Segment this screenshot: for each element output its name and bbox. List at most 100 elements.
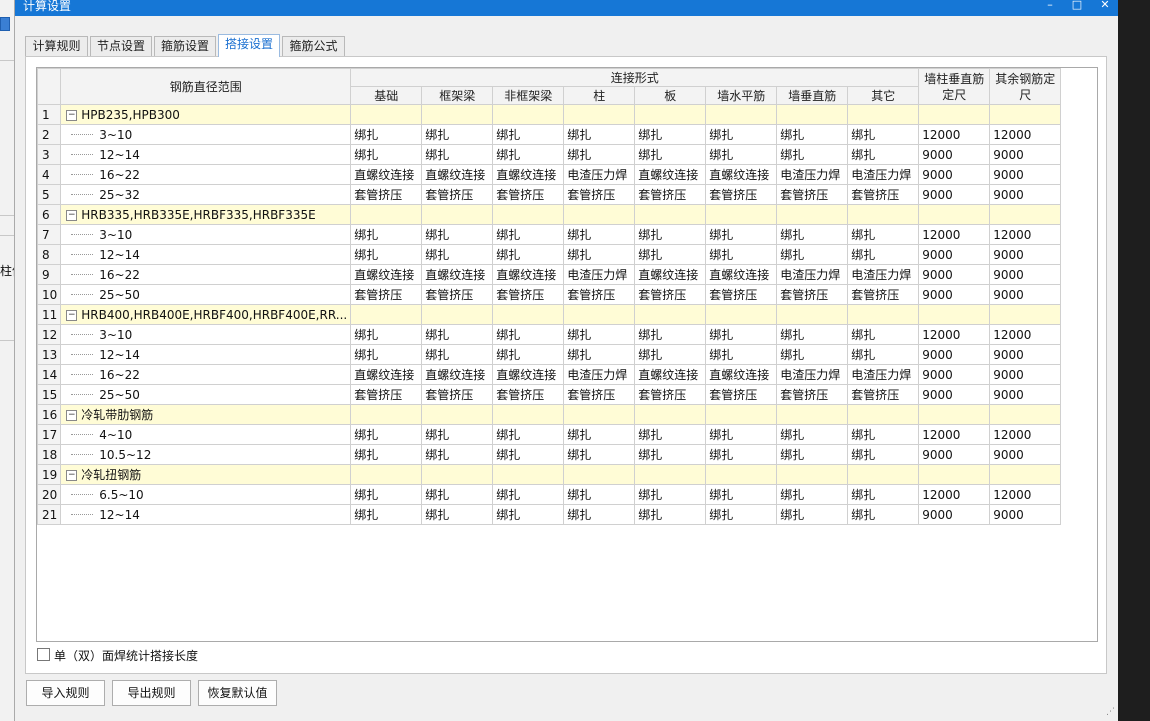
other-length-cell[interactable]: 9000 [989,344,1062,365]
connection-cell[interactable]: 绑扎 [634,224,707,245]
connection-cell[interactable]: 套管挤压 [563,284,636,305]
connection-cell[interactable] [705,464,778,485]
connection-cell[interactable] [350,464,423,485]
connection-cell[interactable]: 电渣压力焊 [563,364,636,385]
connection-cell[interactable]: 套管挤压 [563,184,636,205]
close-icon[interactable]: ✕ [1098,0,1112,12]
range-cell[interactable]: 25~32 [60,184,352,205]
collapse-icon[interactable]: − [66,410,78,421]
connection-cell[interactable]: 绑扎 [634,144,707,165]
group-label-cell[interactable]: − HRB400,HRB400E,HRBF400,HRBF400E,RR... [60,304,352,325]
connection-cell[interactable]: 绑扎 [634,124,707,145]
connection-cell[interactable]: 绑扎 [705,224,778,245]
connection-cell[interactable] [776,304,849,325]
connection-cell[interactable] [847,464,920,485]
other-length-cell[interactable]: 9000 [989,504,1062,525]
connection-cell[interactable]: 套管挤压 [492,184,565,205]
connection-cell[interactable]: 直螺纹连接 [492,264,565,285]
connection-cell[interactable] [634,464,707,485]
table-row[interactable]: 7 3~10 绑扎 绑扎 绑扎 绑扎 绑扎 绑扎 绑扎 绑扎 12000 12000 [37,224,1062,245]
connection-cell[interactable]: 直螺纹连接 [634,164,707,185]
connection-cell[interactable]: 绑扎 [847,484,920,505]
table-row[interactable]: 12 3~10 绑扎 绑扎 绑扎 绑扎 绑扎 绑扎 绑扎 绑扎 12000 12000 [37,324,1062,345]
connection-cell[interactable]: 绑扎 [350,144,423,165]
connection-cell[interactable]: 绑扎 [847,324,920,345]
connection-cell[interactable] [563,304,636,325]
other-length-cell[interactable]: 9000 [989,244,1062,265]
connection-cell[interactable] [847,204,920,225]
connection-cell[interactable]: 绑扎 [421,124,494,145]
connection-cell[interactable]: 绑扎 [563,344,636,365]
connection-cell[interactable] [350,104,423,125]
connection-cell[interactable]: 直螺纹连接 [350,264,423,285]
table-row[interactable]: 20 6.5~10 绑扎 绑扎 绑扎 绑扎 绑扎 绑扎 绑扎 绑扎 12000 12000 [37,484,1062,505]
connection-cell[interactable] [705,304,778,325]
connection-cell[interactable]: 绑扎 [350,344,423,365]
connection-cell[interactable]: 绑扎 [492,344,565,365]
connection-cell[interactable]: 绑扎 [634,324,707,345]
range-cell[interactable]: 12~14 [60,344,352,365]
wall-col-length-cell[interactable]: 12000 [918,484,991,505]
connection-cell[interactable]: 绑扎 [421,324,494,345]
connection-cell[interactable]: 绑扎 [634,444,707,465]
connection-cell[interactable]: 绑扎 [563,444,636,465]
connection-cell[interactable]: 绑扎 [563,144,636,165]
connection-cell[interactable]: 绑扎 [847,244,920,265]
other-length-cell[interactable]: 9000 [989,364,1062,385]
connection-cell[interactable]: 直螺纹连接 [350,164,423,185]
range-cell[interactable]: 16~22 [60,364,352,385]
connection-cell[interactable]: 套管挤压 [350,284,423,305]
wall-col-length-cell[interactable]: 9000 [918,144,991,165]
connection-cell[interactable]: 电渣压力焊 [776,364,849,385]
range-cell[interactable]: 25~50 [60,284,352,305]
connection-cell[interactable] [634,204,707,225]
connection-cell[interactable]: 直螺纹连接 [634,264,707,285]
connection-cell[interactable]: 绑扎 [776,444,849,465]
connection-cell[interactable]: 绑扎 [421,444,494,465]
connection-cell[interactable] [421,104,494,125]
group-row[interactable]: 19− 冷轧扭钢筋 [37,464,1062,485]
connection-cell[interactable] [776,404,849,425]
wall-col-length-cell[interactable]: 9000 [918,284,991,305]
table-row[interactable]: 8 12~14 绑扎 绑扎 绑扎 绑扎 绑扎 绑扎 绑扎 绑扎 9000 9000 [37,244,1062,265]
connection-cell[interactable]: 绑扎 [847,424,920,445]
range-cell[interactable]: 4~10 [60,424,352,445]
connection-cell[interactable]: 绑扎 [634,344,707,365]
connection-cell[interactable]: 绑扎 [776,504,849,525]
wall-col-length-cell[interactable]: 12000 [918,424,991,445]
resize-grip-icon[interactable]: ⋰ [1106,707,1116,717]
wall-col-length-cell[interactable] [918,204,991,225]
other-length-cell[interactable] [989,404,1062,425]
collapse-icon[interactable]: − [66,309,78,321]
connection-cell[interactable]: 绑扎 [492,444,565,465]
connection-cell[interactable]: 绑扎 [492,144,565,165]
wall-col-length-cell[interactable] [918,304,991,325]
connection-cell[interactable]: 直螺纹连接 [421,164,494,185]
wall-col-length-cell[interactable]: 9000 [918,164,991,185]
connection-cell[interactable]: 绑扎 [776,324,849,345]
other-length-cell[interactable]: 9000 [989,264,1062,285]
connection-cell[interactable]: 绑扎 [563,224,636,245]
table-row[interactable]: 14 16~22 直螺纹连接 直螺纹连接 直螺纹连接 电渣压力焊 直螺纹连接 直螺纹连接 电渣压… [37,364,1062,385]
range-cell[interactable]: 3~10 [60,124,352,145]
other-length-cell[interactable] [989,304,1062,325]
other-length-cell[interactable]: 9000 [989,144,1062,165]
connection-cell[interactable]: 电渣压力焊 [776,164,849,185]
connection-cell[interactable]: 绑扎 [847,224,920,245]
other-length-cell[interactable]: 9000 [989,164,1062,185]
connection-cell[interactable]: 绑扎 [776,484,849,505]
table-row[interactable]: 17 4~10 绑扎 绑扎 绑扎 绑扎 绑扎 绑扎 绑扎 绑扎 12000 12000 [37,424,1062,445]
connection-cell[interactable]: 绑扎 [421,244,494,265]
connection-cell[interactable] [634,404,707,425]
connection-cell[interactable] [634,104,707,125]
import-rules-button[interactable]: 导入规则 [26,680,105,706]
group-label-cell[interactable]: − HPB235,HPB300 [60,104,352,125]
connection-cell[interactable]: 绑扎 [705,344,778,365]
connection-cell[interactable] [776,104,849,125]
minimize-icon[interactable]: – [1043,0,1057,12]
other-length-cell[interactable]: 12000 [989,484,1062,505]
connection-cell[interactable]: 绑扎 [705,124,778,145]
connection-cell[interactable]: 套管挤压 [705,184,778,205]
connection-cell[interactable] [421,404,494,425]
other-length-cell[interactable] [989,104,1062,125]
